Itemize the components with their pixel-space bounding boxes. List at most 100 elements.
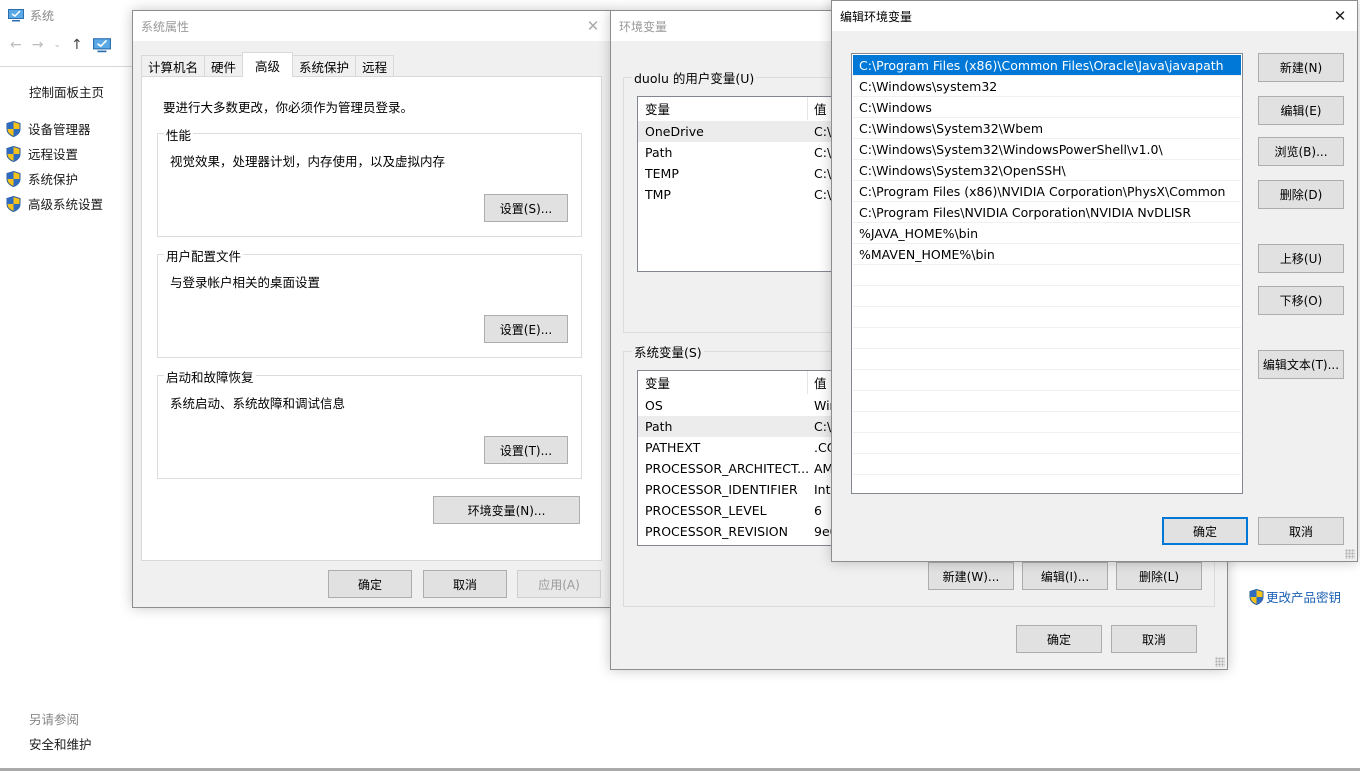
tab-hardware[interactable]: 硬件 (204, 55, 244, 77)
sidebar-item-label: 设备管理器 (28, 122, 91, 137)
cancel-button[interactable]: 取消 (1111, 625, 1197, 653)
ok-button[interactable]: 确定 (328, 570, 412, 598)
variable-value: 6 (814, 503, 822, 518)
path-entry[interactable]: C:\Windows\system32 (853, 76, 1241, 97)
variable-name: PROCESSOR_LEVEL (645, 503, 767, 518)
uac-shield-icon (1249, 588, 1264, 605)
admin-note: 要进行大多数更改，你必须作为管理员登录。 (163, 100, 414, 115)
computer-icon (92, 37, 111, 52)
sidebar-item-label: 远程设置 (28, 147, 79, 162)
window-title-text: 系统 (30, 8, 55, 23)
resize-grip[interactable] (1345, 549, 1355, 559)
apply-button[interactable]: 应用(A) (517, 570, 601, 598)
variable-name: Path (645, 145, 673, 160)
performance-group: 性能 视觉效果，处理器计划，内存使用，以及虚拟内存 设置(S)... (157, 125, 582, 237)
forward-arrow-icon[interactable]: → (32, 37, 44, 53)
path-entry[interactable]: C:\Windows\System32\OpenSSH\ (853, 160, 1241, 181)
new-path-button[interactable]: 新建(N) (1258, 53, 1344, 82)
cancel-button[interactable]: 取消 (1258, 517, 1344, 545)
change-product-key-link[interactable]: 更改产品密钥 (1249, 587, 1341, 606)
startup-recovery-group: 启动和故障恢复 系统启动、系统故障和调试信息 设置(T)... (157, 367, 582, 479)
sidebar-item-advanced-system-settings[interactable]: 高级系统设置 (6, 191, 103, 216)
resize-grip[interactable] (1215, 657, 1225, 667)
sidebar-links: 设备管理器 远程设置 系统保护 高级系统设置 (6, 116, 103, 216)
up-arrow-icon[interactable]: ↑ (71, 37, 83, 53)
divider (0, 66, 132, 67)
empty-list-row (853, 370, 1241, 391)
path-entry[interactable]: C:\Windows\System32\Wbem (853, 118, 1241, 139)
browse-path-button[interactable]: 浏览(B)... (1258, 137, 1344, 166)
user-variables-label: duolu 的用户变量(U) (632, 68, 757, 87)
system-variables-label: 系统变量(S) (632, 342, 704, 361)
path-entry[interactable]: C:\Program Files (x86)\NVIDIA Corporatio… (853, 181, 1241, 202)
advanced-tab-panel: 要进行大多数更改，你必须作为管理员登录。 性能 视觉效果，处理器计划，内存使用，… (141, 76, 602, 561)
empty-list-row (853, 433, 1241, 454)
path-entries-list[interactable]: C:\Program Files (x86)\Common Files\Orac… (851, 53, 1243, 494)
variable-name: OneDrive (645, 124, 704, 139)
empty-list-row (853, 265, 1241, 286)
column-header-value[interactable]: 值 (808, 373, 827, 392)
path-entry[interactable]: %MAVEN_HOME%\bin (853, 244, 1241, 265)
tab-remote[interactable]: 远程 (355, 55, 395, 77)
path-entry[interactable]: C:\Windows (853, 97, 1241, 118)
uac-shield-icon (6, 195, 21, 212)
tab-advanced[interactable]: 高级 (242, 52, 294, 77)
variable-name: OS (645, 398, 663, 413)
variable-name: Path (645, 419, 673, 434)
path-entry[interactable]: %JAVA_HOME%\bin (853, 223, 1241, 244)
empty-list-row (853, 412, 1241, 433)
sidebar-item-system-protection[interactable]: 系统保护 (6, 166, 103, 191)
tab-computer-name[interactable]: 计算机名 (141, 55, 206, 77)
dialog-title: 编辑环境变量 (840, 9, 913, 24)
user-profiles-settings-button[interactable]: 设置(E)... (484, 315, 568, 343)
variable-name: PROCESSOR_ARCHITECT... (645, 461, 808, 476)
uac-shield-icon (6, 145, 21, 162)
sidebar-item-remote-settings[interactable]: 远程设置 (6, 141, 103, 166)
group-description: 视觉效果，处理器计划，内存使用，以及虚拟内存 (170, 154, 446, 169)
startup-recovery-settings-button[interactable]: 设置(T)... (484, 436, 568, 464)
back-arrow-icon[interactable]: ← (10, 37, 22, 53)
group-label: 启动和故障恢复 (164, 367, 256, 386)
tab-system-protection[interactable]: 系统保护 (292, 55, 357, 77)
variable-name: PATHEXT (645, 440, 701, 455)
security-and-maintenance-link[interactable]: 安全和维护 (29, 734, 92, 753)
variable-value: AM (814, 461, 834, 476)
dialog-title: 系统属性 (141, 19, 190, 34)
empty-list-row (853, 349, 1241, 370)
variable-name: TMP (645, 187, 671, 202)
edit-path-button[interactable]: 编辑(E) (1258, 96, 1344, 125)
move-down-button[interactable]: 下移(O) (1258, 286, 1344, 315)
column-header-variable[interactable]: 变量 (638, 97, 808, 120)
column-header-variable[interactable]: 变量 (638, 371, 808, 394)
group-label: 性能 (164, 125, 194, 144)
edit-text-button[interactable]: 编辑文本(T)... (1258, 350, 1344, 379)
path-entry[interactable]: C:\Program Files\NVIDIA Corporation\NVID… (853, 202, 1241, 223)
tab-strip: 计算机名 硬件 高级 系统保护 远程 (141, 52, 395, 77)
control-panel-home-link[interactable]: 控制面板主页 (29, 82, 104, 101)
edit-environment-variable-dialog: 编辑环境变量 ✕ C:\Program Files (x86)\Common F… (831, 0, 1358, 562)
ok-button[interactable]: 确定 (1162, 517, 1248, 545)
see-also-heading: 另请参阅 (29, 712, 80, 727)
edit-system-variable-button[interactable]: 编辑(I)... (1022, 562, 1108, 590)
chevron-down-icon[interactable]: ⌄ (53, 40, 61, 50)
change-product-key-label: 更改产品密钥 (1266, 590, 1342, 605)
empty-list-row (853, 286, 1241, 307)
uac-shield-icon (6, 170, 21, 187)
variable-name: PROCESSOR_REVISION (645, 524, 788, 539)
new-system-variable-button[interactable]: 新建(W)... (928, 562, 1014, 590)
performance-settings-button[interactable]: 设置(S)... (484, 194, 568, 222)
delete-path-button[interactable]: 删除(D) (1258, 180, 1344, 209)
system-properties-dialog: 系统属性 ✕ 计算机名 硬件 高级 系统保护 远程 要进行大多数更改，你必须作为… (132, 10, 611, 608)
delete-system-variable-button[interactable]: 删除(L) (1116, 562, 1202, 590)
close-icon[interactable]: ✕ (576, 11, 610, 41)
ok-button[interactable]: 确定 (1016, 625, 1102, 653)
path-entry[interactable]: C:\Windows\System32\WindowsPowerShell\v1… (853, 139, 1241, 160)
environment-variables-button[interactable]: 环境变量(N)... (433, 496, 580, 524)
path-entry[interactable]: C:\Program Files (x86)\Common Files\Orac… (853, 55, 1241, 76)
close-icon[interactable]: ✕ (1323, 1, 1357, 31)
move-up-button[interactable]: 上移(U) (1258, 244, 1344, 273)
sidebar-item-label: 高级系统设置 (28, 197, 104, 212)
column-header-value[interactable]: 值 (808, 99, 827, 118)
sidebar-item-device-manager[interactable]: 设备管理器 (6, 116, 103, 141)
cancel-button[interactable]: 取消 (423, 570, 507, 598)
